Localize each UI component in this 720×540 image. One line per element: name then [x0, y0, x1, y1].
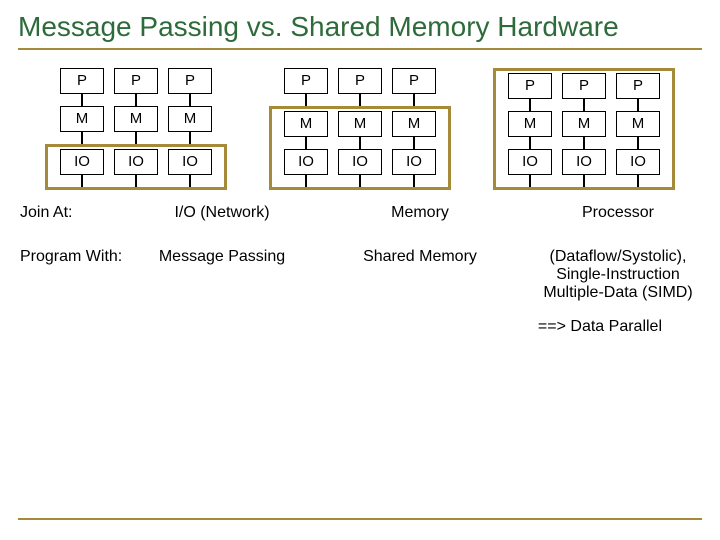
prog-with-mp: Message Passing [138, 248, 306, 266]
program-with-label: Program With: [18, 248, 138, 266]
prog-with-simd: (Dataflow/Systolic), Single-Instruction … [534, 248, 702, 302]
p-box: P [338, 68, 382, 94]
footer-divider [18, 518, 702, 520]
p-box: P [114, 68, 158, 94]
p-box: P [616, 73, 660, 99]
p-box: P [284, 68, 328, 94]
m-box: M [392, 111, 436, 137]
io-box: IO [338, 149, 382, 175]
io-box: IO [284, 149, 328, 175]
join-at-memory: Memory [336, 204, 504, 222]
join-at-io: I/O (Network) [138, 204, 306, 222]
m-box: M [508, 111, 552, 137]
m-box: M [114, 106, 158, 132]
prog-with-sm: Shared Memory [336, 248, 504, 266]
io-box: IO [392, 149, 436, 175]
title-divider [18, 48, 702, 50]
m-box: M [168, 106, 212, 132]
join-wrap-io: IO IO IO [45, 144, 227, 190]
io-box: IO [508, 149, 552, 175]
diagram-clusters: P P P M M M IO IO [18, 68, 702, 190]
m-box: M [562, 111, 606, 137]
io-box: IO [168, 149, 212, 175]
m-box: M [338, 111, 382, 137]
join-at-processor: Processor [534, 204, 702, 222]
cluster-memory: P P P M M M [269, 68, 451, 190]
io-box: IO [562, 149, 606, 175]
join-at-row: Join At: I/O (Network) Memory Processor [18, 204, 702, 222]
p-box: P [168, 68, 212, 94]
io-box: IO [114, 149, 158, 175]
m-box: M [616, 111, 660, 137]
m-box: M [284, 111, 328, 137]
data-parallel-note: ==> Data Parallel [18, 318, 702, 336]
cluster-processor: P P P M M M [493, 68, 675, 190]
p-box: P [508, 73, 552, 99]
m-box: M [60, 106, 104, 132]
program-with-row: Program With: Message Passing Shared Mem… [18, 248, 702, 302]
io-box: IO [616, 149, 660, 175]
p-box: P [392, 68, 436, 94]
cluster-io: P P P M M M IO IO [45, 68, 227, 190]
p-box: P [562, 73, 606, 99]
join-wrap-memory: M M M IO IO IO [269, 106, 451, 190]
join-at-label: Join At: [18, 204, 138, 222]
join-wrap-processor: P P P M M M [493, 68, 675, 190]
p-box: P [60, 68, 104, 94]
io-box: IO [60, 149, 104, 175]
slide-title: Message Passing vs. Shared Memory Hardwa… [18, 10, 702, 44]
